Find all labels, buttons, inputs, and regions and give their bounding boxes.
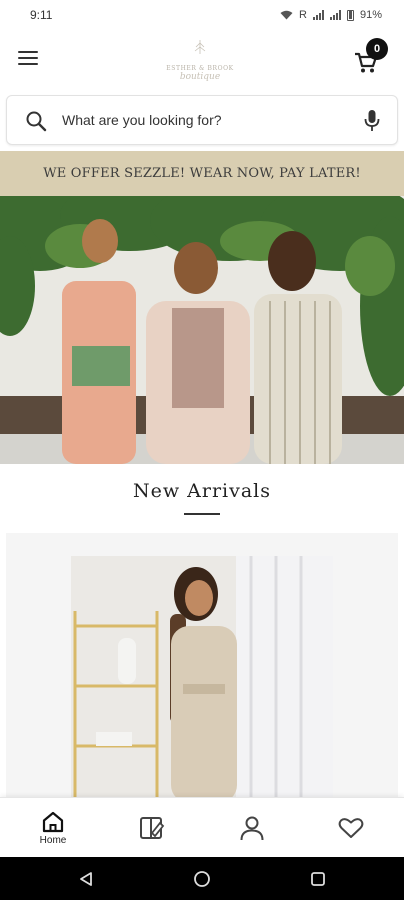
carrier-indicator: R [299,9,307,21]
system-home-button[interactable] [191,868,213,890]
logo-wordmark: ESTHER & BROOK [166,64,234,72]
new-arrivals-title: New Arrivals [132,480,272,502]
search-bar[interactable] [6,95,398,145]
signal-icon-2 [329,10,341,20]
cart-button[interactable]: 0 [354,38,394,74]
hero-photo [0,196,404,464]
logo-emblem [194,39,206,54]
signal-icon [312,10,324,20]
nav-wishlist[interactable] [321,798,381,858]
status-bar: 9:11 R 91% [0,0,404,30]
product-photo [71,556,333,803]
battery-icon [346,9,354,21]
hero-banner-image[interactable] [0,196,404,464]
account-icon [240,816,264,841]
menu-icon[interactable] [18,49,40,67]
microphone-icon[interactable] [364,109,380,133]
nav-home[interactable]: Home [23,798,83,858]
home-icon [42,811,64,833]
search-input[interactable] [62,96,352,144]
battery-percent: 91% [359,9,382,21]
product-image[interactable] [71,556,333,803]
collections-icon [140,817,165,839]
system-navigation-bar [0,857,404,900]
brand-logo[interactable]: ESTHER & BROOK boutique [162,32,238,88]
cart-count-badge: 0 [366,38,388,60]
recents-square-icon [311,872,325,886]
app-header: ESTHER & BROOK boutique 0 [0,30,404,90]
status-icons: R 91% [280,9,382,21]
back-triangle-icon [80,872,92,886]
product-card[interactable] [6,533,398,803]
nav-collections[interactable] [122,798,182,858]
search-icon[interactable] [25,110,47,132]
logo-tagline: boutique [179,71,221,82]
wifi-icon [280,10,293,20]
bottom-navigation: Home [0,797,404,857]
status-time: 9:11 [30,8,53,22]
system-back-button[interactable] [75,868,97,890]
promo-text: WE OFFER SEZZLE! WEAR NOW, PAY LATER! [43,166,361,181]
home-circle-icon [194,871,210,887]
nav-home-label: Home [39,835,67,846]
wishlist-icon [338,818,364,838]
promo-banner[interactable]: WE OFFER SEZZLE! WEAR NOW, PAY LATER! [0,151,404,196]
nav-account[interactable] [222,798,282,858]
title-underline [184,513,220,515]
system-recents-button[interactable] [307,868,329,890]
